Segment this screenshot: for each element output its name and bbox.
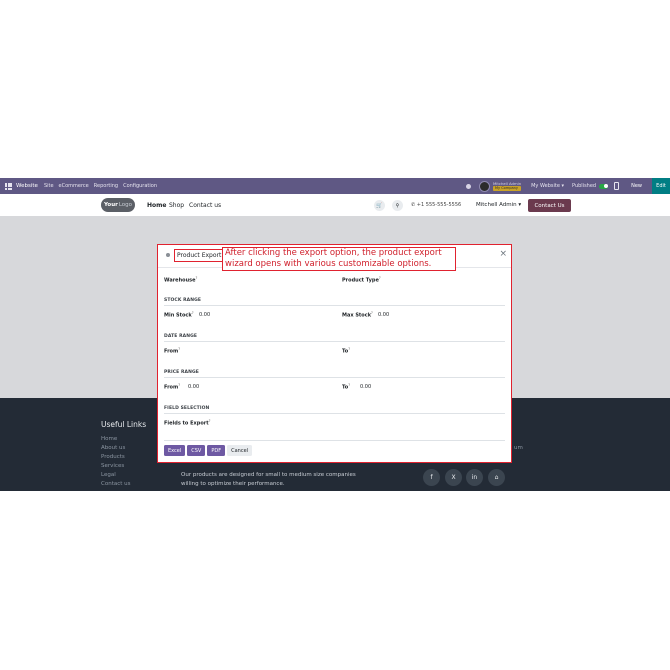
footer-divider: [164, 440, 505, 441]
user-menu[interactable]: Mitchell Admin ▾: [476, 202, 521, 208]
admin-topbar: Website Site eCommerce Reporting Configu…: [0, 178, 670, 194]
footer-link-contact[interactable]: Contact us: [101, 481, 131, 487]
footer-link-services[interactable]: Services: [101, 463, 124, 469]
pdf-button[interactable]: PDF: [207, 445, 226, 456]
website-selector-label: My Website: [531, 183, 560, 189]
website-header: Your Logo Home Shop Contact us 🛒 ⚲ ✆ +1 5…: [0, 194, 670, 216]
help-icon[interactable]: ?: [178, 347, 180, 351]
section-stock-range: STOCK RANGE: [164, 298, 202, 303]
excel-button[interactable]: Excel: [164, 445, 186, 456]
home-icon[interactable]: ⌂: [488, 469, 505, 486]
date-from-label-text: From: [164, 348, 179, 355]
divider: [164, 413, 505, 414]
phone-number[interactable]: ✆ +1 555-555-5556: [411, 202, 461, 208]
help-icon[interactable]: ?: [178, 383, 180, 387]
app-brand[interactable]: Website: [16, 183, 38, 189]
dialog-footer-buttons: Excel CSV PDF Cancel: [164, 445, 253, 456]
tutorial-annotation: After clicking the export option, the pr…: [222, 247, 456, 271]
cart-icon[interactable]: 🛒: [374, 200, 385, 211]
site-logo[interactable]: Your Logo: [101, 198, 135, 212]
product-export-dialog: Product Export After clicking the export…: [157, 244, 512, 463]
website-selector[interactable]: My Website ▾: [531, 183, 564, 189]
dialog-title: Product Export: [174, 249, 225, 262]
nav-shop[interactable]: Shop: [169, 202, 184, 209]
divider: [164, 305, 505, 306]
min-stock-label: Min Stock?: [164, 311, 194, 319]
bug-icon: [166, 253, 170, 257]
company-badge: My Company: [493, 186, 522, 191]
mobile-preview-icon[interactable]: [614, 182, 620, 190]
facebook-icon[interactable]: f: [423, 469, 440, 486]
company-description: Our products are designed for small to m…: [181, 472, 356, 487]
contact-us-button[interactable]: Contact Us: [528, 199, 571, 212]
menu-site[interactable]: Site: [44, 183, 54, 189]
help-icon[interactable]: ?: [209, 419, 211, 423]
nav-home[interactable]: Home: [147, 202, 166, 209]
date-from-label: From?: [164, 347, 180, 355]
dialog-header: Product Export After clicking the export…: [158, 245, 511, 271]
useful-links-title: Useful Links: [101, 420, 147, 429]
cancel-button[interactable]: Cancel: [227, 445, 253, 456]
footer-partial-text: um: [514, 445, 523, 451]
product-type-label-text: Product Type: [342, 277, 379, 284]
phone-text: +1 555-555-5556: [416, 202, 462, 208]
x-twitter-icon[interactable]: X: [445, 469, 462, 486]
close-icon[interactable]: ×: [499, 250, 507, 259]
menu-ecommerce[interactable]: eCommerce: [59, 183, 89, 189]
csv-button[interactable]: CSV: [187, 445, 206, 456]
new-button[interactable]: New: [631, 183, 642, 189]
phone-icon: ✆: [411, 202, 416, 208]
footer-link-legal[interactable]: Legal: [101, 472, 116, 478]
warehouse-label: Warehouse?: [164, 276, 197, 284]
search-icon[interactable]: ⚲: [392, 200, 403, 211]
help-icon[interactable]: ?: [379, 276, 381, 280]
menu-configuration[interactable]: Configuration: [123, 183, 157, 189]
edit-button[interactable]: Edit: [652, 178, 670, 194]
product-type-label: Product Type?: [342, 276, 381, 284]
footer-link-about[interactable]: About us: [101, 445, 125, 451]
fields-to-export-label: Fields to Export?: [164, 419, 210, 427]
divider: [164, 377, 505, 378]
footer-link-products[interactable]: Products: [101, 454, 125, 460]
price-to-input[interactable]: 0.00: [360, 384, 371, 390]
warehouse-label-text: Warehouse: [164, 277, 196, 284]
debug-icon[interactable]: [466, 183, 472, 189]
user-menu-label: Mitchell Admin: [476, 202, 517, 208]
help-icon[interactable]: ?: [196, 276, 198, 280]
max-stock-label-text: Max Stock: [342, 312, 372, 319]
user-switcher[interactable]: Mitchell Admin My Company: [493, 181, 522, 191]
min-stock-label-text: Min Stock: [164, 312, 192, 319]
help-icon[interactable]: ?: [192, 311, 194, 315]
help-icon[interactable]: ?: [371, 311, 373, 315]
menu-reporting[interactable]: Reporting: [94, 183, 118, 189]
section-price-range: PRICE RANGE: [164, 370, 199, 375]
max-stock-input[interactable]: 0.00: [378, 312, 389, 318]
linkedin-icon[interactable]: in: [466, 469, 483, 486]
published-label: Published: [572, 183, 597, 189]
price-to-label: To?: [342, 383, 350, 391]
logo-sub: Logo: [118, 202, 133, 208]
help-icon[interactable]: ?: [348, 347, 350, 351]
help-icon[interactable]: ?: [348, 383, 350, 387]
max-stock-label: Max Stock?: [342, 311, 373, 319]
apps-grid-icon[interactable]: [5, 182, 12, 190]
price-from-label-text: From: [164, 384, 179, 391]
nav-contact-us[interactable]: Contact us: [189, 202, 221, 209]
logo-main: Your: [103, 202, 118, 208]
section-field-selection: FIELD SELECTION: [164, 406, 210, 411]
price-from-label: From?: [164, 383, 180, 391]
user-avatar[interactable]: [479, 180, 491, 192]
min-stock-input[interactable]: 0.00: [199, 312, 210, 318]
footer-link-home[interactable]: Home: [101, 436, 117, 442]
section-date-range: DATE RANGE: [164, 334, 198, 339]
date-to-label: To?: [342, 347, 350, 355]
published-toggle[interactable]: [599, 183, 609, 189]
fields-to-export-label-text: Fields to Export: [164, 420, 209, 427]
divider: [164, 341, 505, 342]
price-from-input[interactable]: 0.00: [188, 384, 199, 390]
